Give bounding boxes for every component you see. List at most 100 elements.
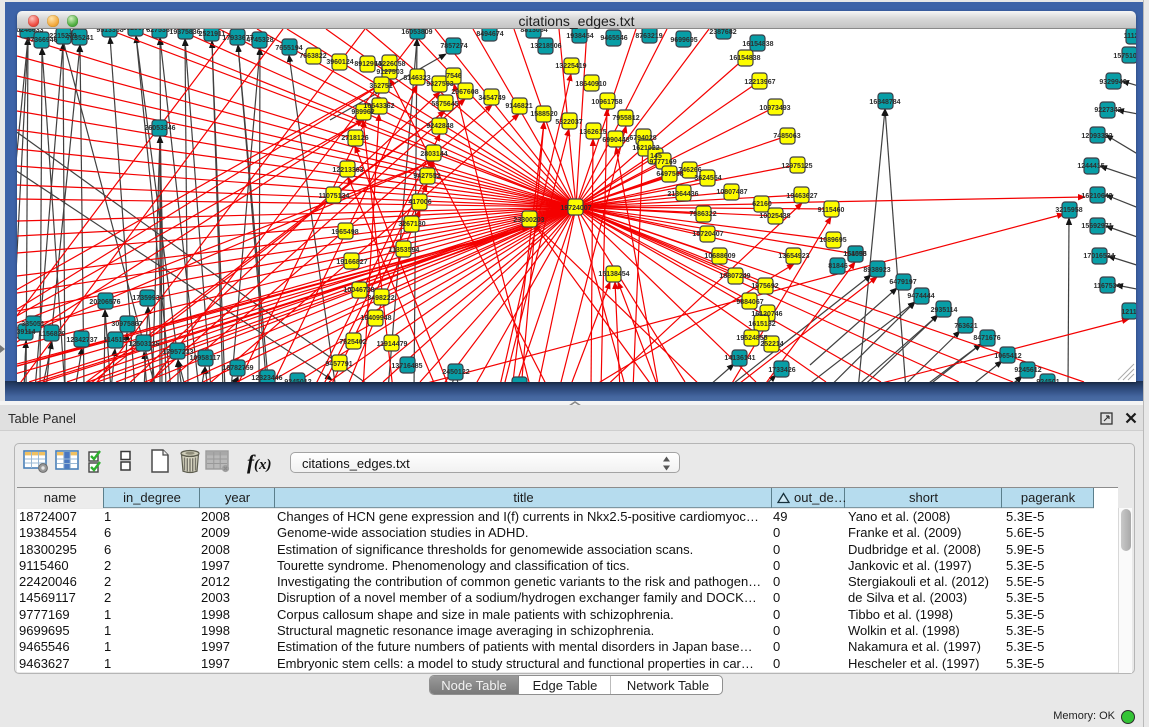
svg-text:9115460: 9115460: [818, 207, 845, 214]
svg-text:10961758: 10961758: [591, 99, 622, 106]
svg-text:7485063: 7485063: [773, 133, 800, 140]
svg-text:3215958: 3215958: [1055, 207, 1082, 214]
svg-text:21364436: 21364436: [667, 191, 698, 198]
svg-text:8763219: 8763219: [635, 33, 662, 40]
svg-text:362751: 362751: [369, 83, 392, 90]
svg-text:9884067: 9884067: [736, 299, 763, 306]
svg-text:19724007: 19724007: [560, 205, 591, 212]
svg-text:9474444: 9474444: [907, 293, 934, 300]
svg-text:26053346: 26053346: [144, 125, 175, 132]
svg-text:335051: 335051: [21, 321, 44, 328]
svg-text:9245012: 9245012: [284, 379, 311, 382]
svg-text:11353594: 11353594: [389, 247, 420, 254]
svg-text:2387682: 2387682: [709, 29, 736, 36]
svg-text:989962: 989962: [351, 109, 374, 116]
svg-text:16782759: 16782759: [222, 365, 253, 372]
svg-text:252214: 252214: [760, 341, 783, 348]
svg-text:1211: 1211: [1121, 309, 1136, 316]
svg-text:417006: 417006: [408, 199, 431, 206]
svg-text:1065412: 1065412: [994, 353, 1021, 360]
svg-text:9227342: 9227342: [1094, 107, 1121, 114]
svg-text:10046738: 10046738: [343, 287, 374, 294]
svg-text:9245612: 9245612: [1014, 367, 1041, 374]
svg-text:9777169: 9777169: [649, 159, 676, 166]
svg-text:1167534: 1167534: [1094, 283, 1121, 290]
svg-text:9242848: 9242848: [426, 123, 453, 130]
svg-text:6794028: 6794028: [629, 135, 656, 142]
svg-text:9329946: 9329946: [1099, 79, 1126, 86]
svg-text:4745328: 4745328: [246, 37, 273, 44]
svg-text:7663822: 7663822: [299, 53, 326, 60]
svg-text:1621022: 1621022: [632, 145, 659, 152]
svg-text:16409948: 16409948: [360, 315, 391, 322]
svg-text:7955812: 7955812: [612, 115, 639, 122]
svg-text:9465546: 9465546: [600, 35, 627, 42]
svg-text:8471676: 8471676: [973, 335, 1000, 342]
svg-text:15751074: 15751074: [1113, 53, 1136, 60]
svg-text:7986322: 7986322: [689, 211, 716, 218]
svg-text:2803144: 2803144: [420, 151, 447, 158]
svg-text:9427552: 9427552: [413, 173, 440, 180]
svg-text:16848784: 16848784: [869, 99, 900, 106]
svg-text:1588520: 1588520: [530, 111, 557, 118]
svg-text:1156829: 1156829: [39, 331, 66, 338]
svg-text:3960124: 3960124: [326, 59, 353, 66]
svg-text:16154838: 16154838: [742, 41, 773, 48]
svg-text:9327503: 9327503: [426, 81, 453, 88]
svg-text:3498222: 3498222: [367, 295, 394, 302]
svg-text:12213363: 12213363: [332, 167, 363, 174]
svg-text:13716485: 13716485: [391, 363, 422, 370]
svg-text:7546: 7546: [446, 73, 462, 80]
svg-text:14136141: 14136141: [724, 355, 755, 362]
svg-text:15138454: 15138454: [598, 271, 629, 278]
svg-text:9457791: 9457791: [325, 361, 352, 368]
svg-text:3624554: 3624554: [694, 175, 721, 182]
svg-text:2967608: 2967608: [451, 89, 478, 96]
svg-text:23300203: 23300203: [513, 217, 544, 224]
svg-text:2450122: 2450122: [442, 369, 469, 376]
svg-text:15226058: 15226058: [374, 61, 405, 68]
svg-text:8813054: 8813054: [520, 29, 547, 34]
svg-text:18807249: 18807249: [719, 273, 750, 280]
svg-text:13225419: 13225419: [555, 63, 586, 70]
svg-text:7625402: 7625402: [339, 339, 366, 346]
svg-text:2935114: 2935114: [931, 307, 958, 314]
svg-text:763621: 763621: [954, 323, 977, 330]
svg-text:12503135: 12503135: [128, 341, 159, 348]
svg-text:1615132: 1615132: [748, 321, 775, 328]
svg-text:6497568: 6497568: [656, 171, 683, 178]
svg-text:7655194: 7655194: [275, 45, 302, 52]
svg-text:11914479: 11914479: [377, 341, 408, 348]
svg-text:16210643: 16210643: [1081, 193, 1112, 200]
svg-text:1938454: 1938454: [566, 33, 593, 40]
svg-text:11123: 11123: [1124, 33, 1136, 40]
svg-text:13654923: 13654923: [778, 253, 809, 260]
svg-text:12342737: 12342737: [66, 337, 97, 344]
svg-text:16120746: 16120746: [751, 311, 782, 318]
svg-text:1965498: 1965498: [331, 229, 358, 236]
svg-text:3454749: 3454749: [478, 95, 505, 102]
svg-text:1244415: 1244415: [1077, 163, 1104, 170]
svg-text:12213967: 12213967: [744, 79, 775, 86]
svg-text:17359934: 17359934: [132, 295, 163, 302]
svg-text:62160: 62160: [752, 201, 772, 208]
svg-text:39114: 39114: [17, 329, 36, 336]
svg-text:30975867: 30975867: [111, 321, 142, 328]
svg-text:1975692: 1975692: [751, 283, 778, 290]
svg-text:17016534: 17016534: [1083, 253, 1114, 260]
svg-text:19375836: 19375836: [169, 29, 200, 36]
svg-text:7857274: 7857274: [440, 43, 467, 50]
svg-text:6990448: 6990448: [602, 137, 629, 144]
svg-text:5875645: 5875645: [431, 101, 458, 108]
svg-text:12093322: 12093322: [1081, 133, 1112, 140]
svg-text:2718126: 2718126: [341, 135, 368, 142]
svg-text:8494674: 8494674: [476, 31, 503, 38]
svg-text:1089695: 1089695: [819, 237, 846, 244]
svg-text:10025438: 10025438: [759, 213, 790, 220]
svg-text:9127503: 9127503: [376, 69, 403, 76]
svg-text:7135241: 7135241: [66, 35, 93, 42]
svg-text:1733426: 1733426: [768, 367, 795, 374]
svg-text:151558: 151558: [843, 251, 866, 258]
svg-text:1362615: 1362615: [579, 129, 606, 136]
svg-text:16053809: 16053809: [401, 29, 432, 36]
